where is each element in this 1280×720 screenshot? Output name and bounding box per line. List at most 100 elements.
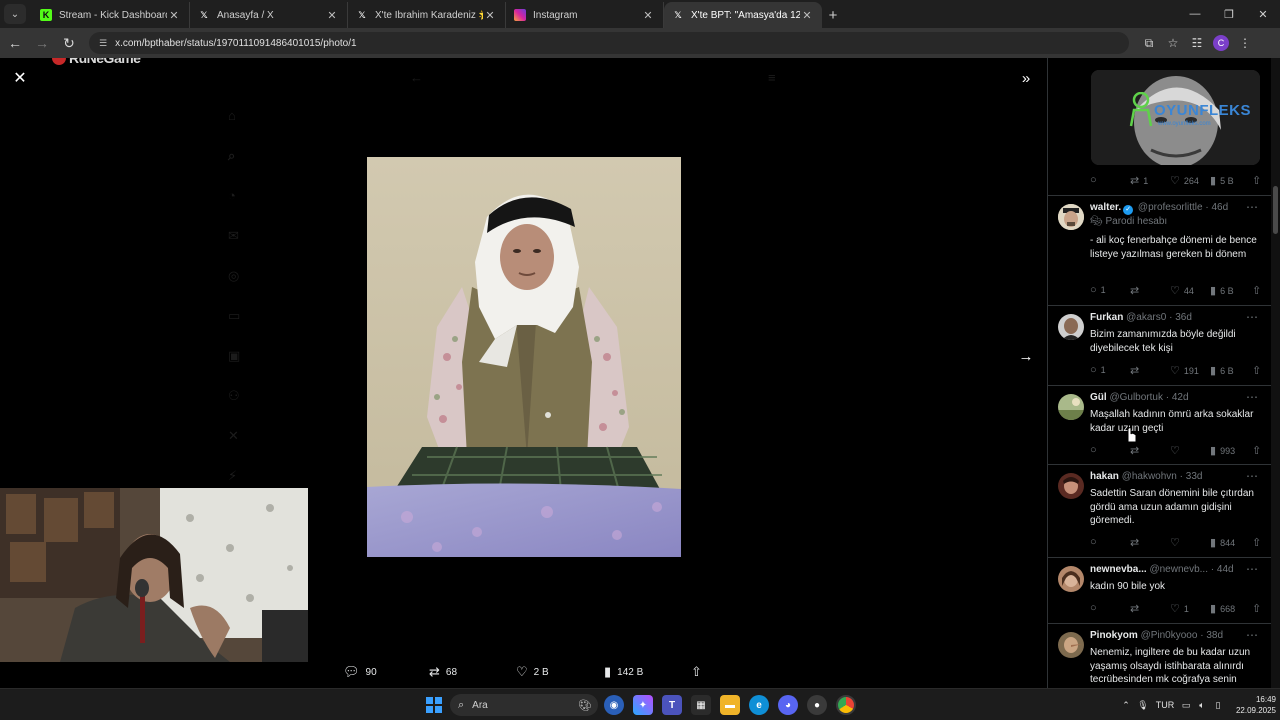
author-name[interactable]: walter. bbox=[1090, 202, 1121, 213]
microphone-icon[interactable]: 🎙︎ bbox=[1134, 700, 1152, 711]
tab-close-icon[interactable]: ✕ bbox=[325, 9, 339, 22]
discord-icon[interactable]: ◕ bbox=[778, 695, 798, 715]
more-options-icon[interactable]: ⋯ bbox=[1246, 310, 1259, 324]
taskbar-search[interactable]: ⌕ Ara 🎨︎ bbox=[450, 694, 598, 716]
more-options-icon[interactable]: ⋯ bbox=[1246, 200, 1259, 214]
avatar[interactable] bbox=[1058, 394, 1084, 420]
tray-chevron-icon[interactable]: ⌃ bbox=[1118, 700, 1134, 711]
more-options-icon[interactable]: ⋯ bbox=[1246, 628, 1259, 642]
replies-scrollbar[interactable] bbox=[1271, 58, 1280, 688]
more-options-icon[interactable]: ⋯ bbox=[1246, 469, 1259, 483]
repost-action[interactable]: ⇄ bbox=[1130, 444, 1143, 457]
app-icon-1[interactable]: ◉ bbox=[604, 695, 624, 715]
avatar[interactable] bbox=[1058, 632, 1084, 658]
views-action[interactable]: ▮ 6 B bbox=[1210, 284, 1234, 297]
reply-action[interactable]: ○ bbox=[1090, 444, 1101, 456]
menu-icon[interactable]: ⋮ bbox=[1233, 31, 1257, 55]
reply-hakan[interactable]: hakan @hakwohvn · 33d ⋯ Sadettin Saran d… bbox=[1048, 465, 1271, 558]
toggle-replies-icon[interactable]: » bbox=[1016, 68, 1036, 88]
install-app-icon[interactable]: ⧉ bbox=[1137, 31, 1161, 55]
forward-icon[interactable]: → bbox=[30, 31, 54, 55]
views-action[interactable]: ▮ 668 bbox=[1210, 602, 1235, 615]
battery-icon[interactable]: ▯ bbox=[1210, 700, 1226, 711]
tab-instagram[interactable]: Instagram ✕ bbox=[506, 2, 664, 28]
tab-bpt-post[interactable]: 𝕏 X'te BPT: "Amasya'da 127 yaşın ✕ bbox=[664, 2, 822, 28]
back-icon[interactable]: ← bbox=[3, 31, 27, 55]
more-options-icon[interactable]: ⋯ bbox=[1246, 390, 1259, 404]
tab-kick-dashboard[interactable]: K Stream - Kick Dashboard ✕ bbox=[32, 2, 190, 28]
tab-search-icon[interactable]: ⌄ bbox=[4, 4, 26, 24]
views-action[interactable]: ▮ 993 bbox=[1210, 444, 1235, 457]
profile-avatar[interactable]: C bbox=[1213, 35, 1229, 51]
author-handle[interactable]: @Pin0kyooo bbox=[1141, 630, 1198, 641]
language-indicator[interactable]: TUR bbox=[1152, 700, 1178, 710]
views-action[interactable]: ▮ 142 B bbox=[604, 664, 643, 680]
minimize-icon[interactable]: — bbox=[1178, 0, 1212, 28]
reply-pinokyom[interactable]: Pinokyom @Pin0kyooo · 38d ⋯ Nenemiz, ing… bbox=[1048, 624, 1271, 688]
windows-start-icon[interactable] bbox=[424, 695, 444, 715]
repost-action[interactable]: ⇄ 68 bbox=[429, 664, 457, 680]
repost-action[interactable]: ⇄ bbox=[1130, 602, 1143, 615]
reply-action[interactable]: ○ 1 bbox=[1090, 284, 1106, 296]
tab-close-icon[interactable]: ✕ bbox=[483, 9, 497, 22]
avatar[interactable] bbox=[1058, 204, 1084, 230]
share-action[interactable]: ⇧ bbox=[691, 664, 708, 680]
obs-icon[interactable]: ● bbox=[807, 695, 827, 715]
close-viewer-icon[interactable]: ✕ bbox=[10, 68, 30, 88]
store-icon[interactable]: ▦ bbox=[691, 695, 711, 715]
reply-action[interactable]: ○ 1 bbox=[1090, 364, 1106, 376]
scrollbar-thumb[interactable] bbox=[1273, 186, 1278, 234]
address-bar[interactable]: ☰ x.com/bpthaber/status/1970111091486401… bbox=[89, 32, 1129, 54]
reply-furkan[interactable]: Furkan @akars0 · 36d ⋯ Bizim zamanımızda… bbox=[1048, 306, 1271, 386]
like-action[interactable]: ♡ 44 bbox=[1170, 284, 1194, 297]
taskbar-clock[interactable]: 16:49 22.09.2025 bbox=[1226, 694, 1276, 716]
author-handle[interactable]: @profesorlittle bbox=[1138, 202, 1203, 213]
views-action[interactable]: ▮ 844 bbox=[1210, 536, 1235, 549]
maximize-icon[interactable]: ❐ bbox=[1212, 0, 1246, 28]
author-name[interactable]: Gül bbox=[1090, 392, 1107, 403]
share-action[interactable]: ⇧ bbox=[1252, 536, 1265, 549]
site-info-icon[interactable]: ☰ bbox=[99, 38, 107, 49]
file-explorer-icon[interactable]: ▬ bbox=[720, 695, 740, 715]
author-handle[interactable]: @newnevb... bbox=[1149, 564, 1208, 575]
chrome-icon[interactable] bbox=[836, 695, 856, 715]
avatar[interactable] bbox=[1058, 314, 1084, 340]
close-window-icon[interactable]: ✕ bbox=[1246, 0, 1280, 28]
like-action[interactable]: ♡ bbox=[1170, 536, 1184, 549]
author-name[interactable]: Furkan bbox=[1090, 312, 1123, 323]
like-action[interactable]: ♡ 2 B bbox=[516, 664, 549, 680]
share-action[interactable]: ⇧ bbox=[1252, 364, 1265, 377]
network-icon[interactable]: ▭ bbox=[1178, 700, 1194, 711]
bookmark-star-icon[interactable]: ☆ bbox=[1161, 31, 1185, 55]
tab-ibrahim-karadeniz[interactable]: 𝕏 X'te İbrahim Karadeniz 🌟🌟 # ✕ bbox=[348, 2, 506, 28]
reply-action[interactable]: ○ bbox=[1090, 602, 1101, 614]
teams-icon[interactable]: T bbox=[662, 695, 682, 715]
views-action[interactable]: ▮ 5 B bbox=[1210, 174, 1234, 187]
share-action[interactable]: ⇧ bbox=[1252, 602, 1265, 615]
avatar[interactable] bbox=[1058, 566, 1084, 592]
volume-icon[interactable]: 🔈︎ bbox=[1194, 700, 1210, 711]
extensions-icon[interactable]: ☷ bbox=[1185, 31, 1209, 55]
reply-newnevba[interactable]: newnevba... @newnevb... · 44d ⋯ kadın 90… bbox=[1048, 558, 1271, 624]
like-action[interactable]: ♡ bbox=[1170, 444, 1184, 457]
next-photo-icon[interactable]: → bbox=[1016, 346, 1036, 366]
reload-icon[interactable]: ↻ bbox=[57, 31, 81, 55]
views-action[interactable]: ▮ 6 B bbox=[1210, 364, 1234, 377]
repost-action[interactable]: ⇄ bbox=[1130, 364, 1143, 377]
share-action[interactable]: ⇧ bbox=[1252, 284, 1265, 297]
share-action[interactable]: ⇧ bbox=[1252, 174, 1265, 187]
edge-icon[interactable]: e bbox=[749, 695, 769, 715]
like-action[interactable]: ♡ 1 bbox=[1170, 602, 1189, 615]
author-name[interactable]: newnevba... bbox=[1090, 564, 1147, 575]
reply-gul[interactable]: Gül @Gulbortuk · 42d ⋯ Maşallah kadının … bbox=[1048, 386, 1271, 465]
author-name[interactable]: Pinokyom bbox=[1090, 630, 1138, 641]
reply-walter[interactable]: walter. ✓ @profesorlittle · 46d ⋯ 🎭︎ Paro… bbox=[1048, 196, 1271, 306]
more-options-icon[interactable]: ⋯ bbox=[1246, 562, 1259, 576]
copilot-icon[interactable]: ✦ bbox=[633, 695, 653, 715]
tab-close-icon[interactable]: ✕ bbox=[167, 9, 181, 22]
like-action[interactable]: ♡ 191 bbox=[1170, 364, 1199, 377]
tab-anasayfa[interactable]: 𝕏 Anasayfa / X ✕ bbox=[190, 2, 348, 28]
author-name[interactable]: hakan bbox=[1090, 471, 1119, 482]
tab-close-icon[interactable]: ✕ bbox=[800, 9, 814, 22]
repost-action[interactable]: ⇄ 1 bbox=[1130, 174, 1148, 187]
